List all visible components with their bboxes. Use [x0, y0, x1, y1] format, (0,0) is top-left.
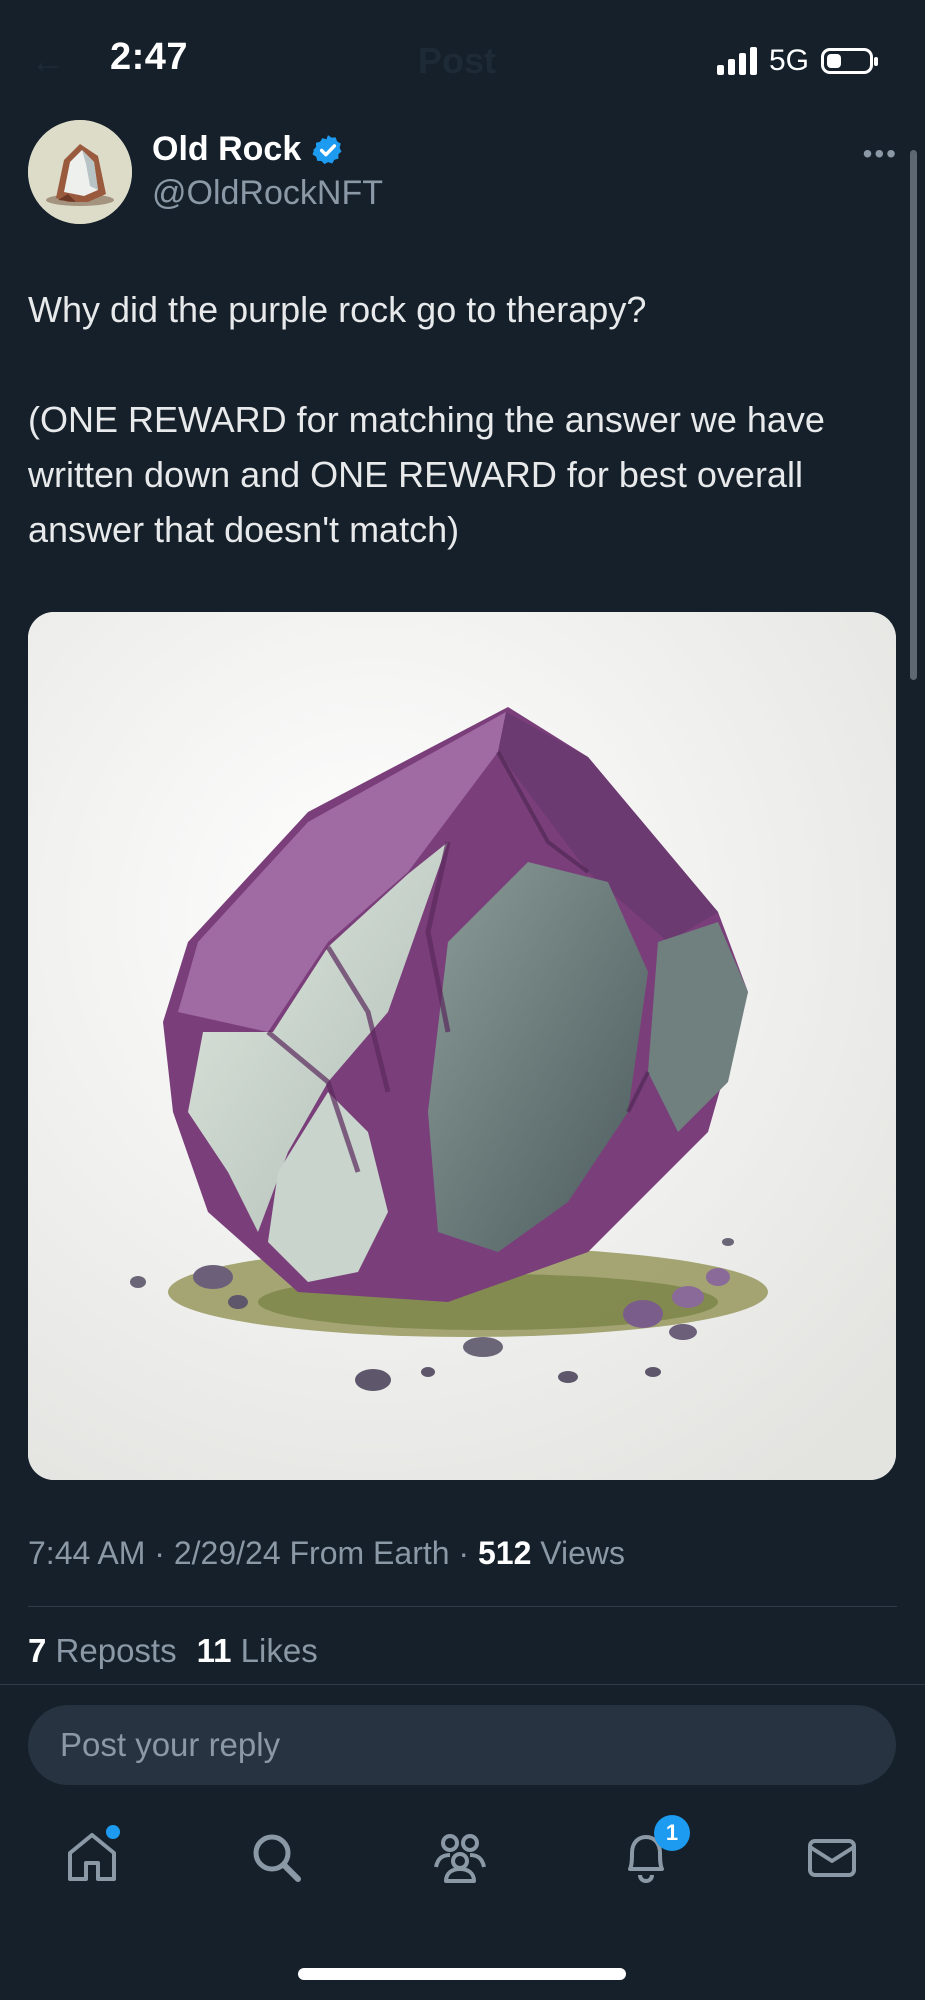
- post-meta: 7:44 AM · 2/29/24 From Earth · 512 Views: [28, 1535, 626, 1571]
- tweet-line-2: (ONE REWARD for matching the answer we h…: [28, 399, 825, 550]
- tab-communities[interactable]: [428, 1825, 492, 1889]
- likes-link[interactable]: 11 Likes: [197, 1632, 318, 1669]
- reposts-link[interactable]: 7 Reposts: [28, 1632, 177, 1669]
- reply-box[interactable]: [28, 1705, 896, 1785]
- divider: [0, 1684, 925, 1685]
- tab-notifications[interactable]: 1: [614, 1815, 690, 1889]
- reposts-label: Reposts: [55, 1632, 177, 1669]
- engagement-counts: 7 Reposts 11 Likes: [28, 1632, 318, 1670]
- communities-icon: [434, 1834, 486, 1883]
- divider: [28, 1606, 897, 1607]
- post-header: Old Rock @OldRockNFT •••: [28, 120, 898, 230]
- tweet-text: Why did the purple rock go to therapy? (…: [28, 282, 878, 557]
- post-date: 2/29/24: [173, 1535, 281, 1571]
- verified-badge-icon: [312, 134, 342, 164]
- tab-messages[interactable]: [800, 1825, 864, 1889]
- notifications-badge: 1: [654, 1815, 690, 1851]
- status-bar: ← Post 2:47 5G: [0, 0, 925, 120]
- search-icon: [253, 1834, 301, 1882]
- tweet-image[interactable]: [28, 612, 896, 1480]
- author-name-row: Old Rock: [152, 130, 345, 169]
- author-name[interactable]: Old Rock: [152, 130, 301, 169]
- post-source: From Earth: [289, 1535, 450, 1571]
- home-indicator[interactable]: [298, 1968, 626, 1980]
- network-type: 5G: [768, 44, 809, 77]
- status-indicators: 5G: [716, 44, 878, 78]
- tab-bar: 1: [0, 1815, 925, 1915]
- tab-home[interactable]: [60, 1825, 124, 1889]
- back-arrow-icon[interactable]: ←: [30, 40, 66, 82]
- purple-rock-illustration-icon: [28, 612, 896, 1480]
- post-time: 7:44 AM: [28, 1535, 146, 1571]
- views-label[interactable]: Views: [540, 1535, 625, 1571]
- author-handle[interactable]: @OldRockNFT: [152, 174, 383, 213]
- reply-input[interactable]: [58, 1725, 866, 1765]
- battery-icon: [821, 48, 878, 74]
- views-count: 512: [477, 1535, 532, 1571]
- reposts-count: 7: [28, 1632, 47, 1669]
- more-options-icon[interactable]: •••: [863, 138, 898, 170]
- home-unread-dot: [106, 1825, 120, 1839]
- tab-search[interactable]: [244, 1825, 308, 1889]
- avatar[interactable]: [28, 120, 132, 224]
- likes-label: Likes: [240, 1632, 318, 1669]
- tweet-line-1: Why did the purple rock go to therapy?: [28, 289, 647, 330]
- mail-icon: [808, 1839, 856, 1877]
- nav-title: Post: [418, 40, 497, 81]
- signal-icon: [716, 47, 757, 75]
- likes-count: 11: [196, 1632, 232, 1669]
- rock-avatar-icon: [28, 120, 132, 224]
- status-time: 2:47: [110, 36, 189, 78]
- scrollbar[interactable]: [910, 150, 917, 680]
